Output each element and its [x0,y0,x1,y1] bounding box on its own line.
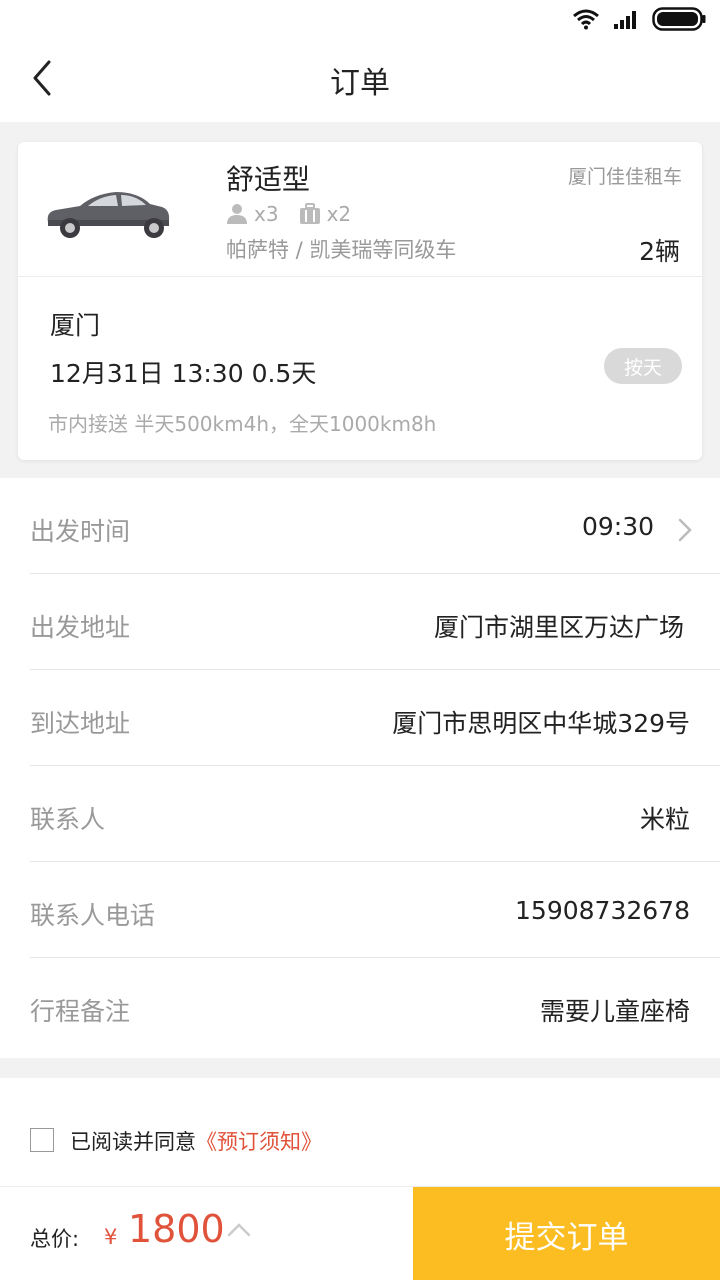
submit-order-button[interactable]: 提交订单 [413,1187,720,1280]
person-icon [227,204,247,224]
departure-time-row[interactable]: 出发时间 09:30 [0,478,720,574]
battery-icon [652,7,706,31]
divider [18,276,702,277]
car-image [47,192,170,238]
passenger-count: x3 [254,202,279,226]
signal-icon [614,11,636,29]
order-form: 出发时间 09:30 出发地址 厦门市湖里区万达广场 到达地址 厦门市思明区中华… [0,478,720,1058]
contact-row[interactable]: 联系人 米粒 [0,766,720,862]
agreement-text: 已阅读并同意《预订须知》 [70,1126,322,1156]
car-count: 2辆 [639,237,680,266]
trip-remarks-row[interactable]: 行程备注 需要儿童座椅 [0,958,720,1054]
contact-value: 米粒 [639,805,690,834]
agree-checkbox[interactable] [30,1128,54,1152]
nav-bar: 订单 [0,38,720,122]
field-label: 联系人电话 [30,901,156,930]
agreement-label: 已阅读并同意 [70,1130,196,1154]
field-label: 行程备注 [30,997,131,1026]
currency-symbol: ¥ [104,1225,118,1249]
car-card: 舒适型 厦门佳佳租车 x3 x2 帕萨特 / 凯美瑞等同级车 2辆 厦门 12月… [18,142,702,460]
luggage-count: x2 [326,202,352,226]
departure-address-value: 厦门市湖里区万达广场 [433,613,684,642]
agreement-section: 已阅读并同意《预订须知》 [0,1078,720,1186]
rental-company: 厦门佳佳租车 [567,166,682,188]
total-label: 总价: [30,1227,80,1251]
field-label: 出发地址 [30,613,131,642]
trip-datetime: 12月31日 13:30 0.5天 [50,359,317,388]
luggage-capacity: x2 [299,202,352,226]
billing-mode-badge: 按天 [604,348,682,384]
car-models: 帕萨特 / 凯美瑞等同级车 [226,238,457,262]
chevron-up-icon[interactable] [226,1217,252,1243]
car-type: 舒适型 [226,163,311,196]
luggage-icon [299,203,320,224]
chevron-right-icon [678,518,692,542]
wifi-icon [573,9,599,30]
arrival-address-row[interactable]: 到达地址 厦门市思明区中华城329号 [0,670,720,766]
field-label: 出发时间 [30,517,131,546]
status-bar [0,0,720,38]
passenger-capacity: x3 [226,202,279,226]
service-note: 市内接送 半天500km4h，全天1000km8h [48,412,437,436]
trip-remarks-value: 需要儿童座椅 [539,997,690,1026]
trip-city: 厦门 [50,311,101,340]
arrival-address-value: 厦门市思明区中华城329号 [392,709,690,738]
total-price: 1800 [128,1207,225,1251]
bottom-bar: 总价: ¥ 1800 提交订单 [0,1186,720,1280]
field-label: 到达地址 [30,709,131,738]
page-title: 订单 [330,66,390,101]
contact-phone-value: 15908732678 [515,896,690,925]
departure-time-value: 09:30 [581,512,654,541]
car-specs: x3 x2 [226,202,351,226]
booking-terms-link[interactable]: 《预订须知》 [196,1130,322,1154]
field-label: 联系人 [30,805,106,834]
contact-phone-row[interactable]: 联系人电话 15908732678 [0,862,720,958]
departure-address-row[interactable]: 出发地址 厦门市湖里区万达广场 [0,574,720,670]
